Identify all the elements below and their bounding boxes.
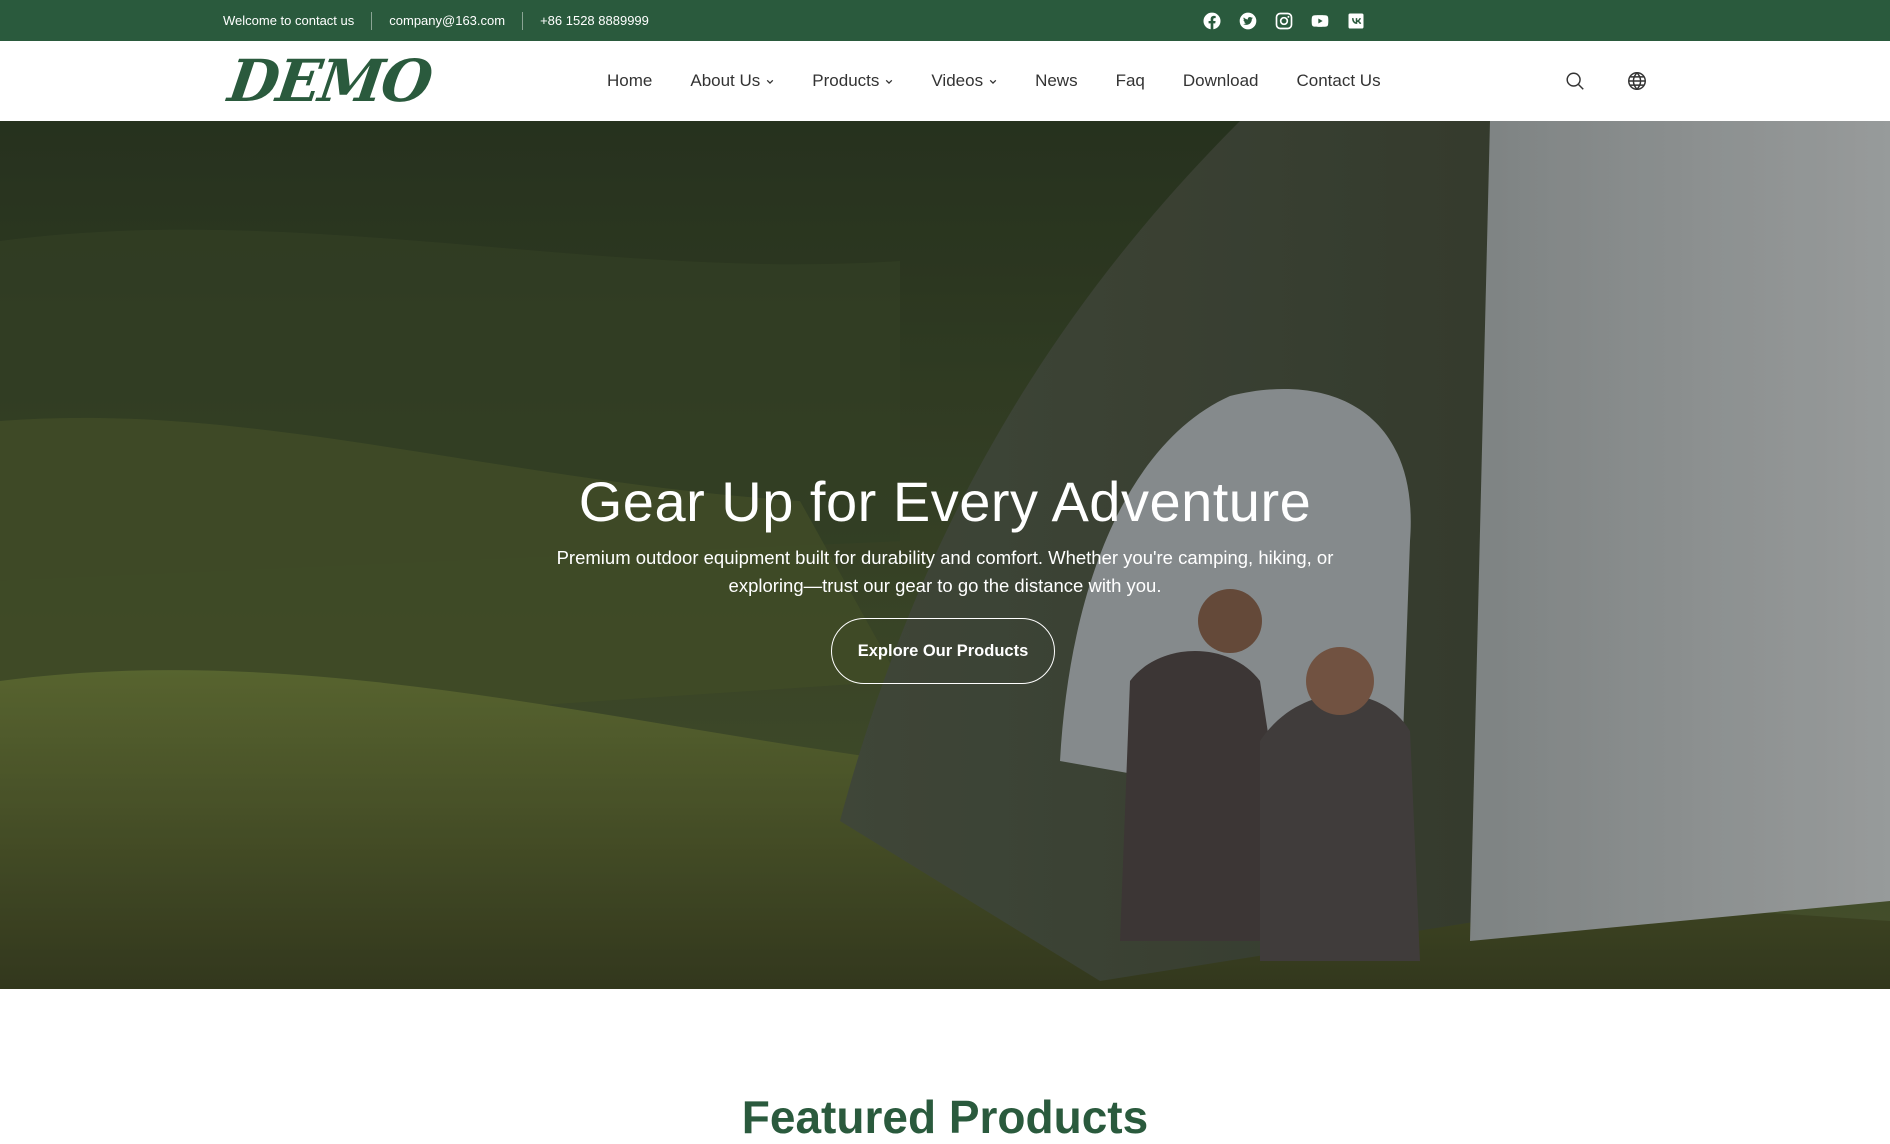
header-tools <box>1563 41 1649 121</box>
nav-item-label: Home <box>607 71 653 90</box>
featured-products-heading: Featured Products <box>741 1091 1149 1144</box>
youtube-icon[interactable] <box>1309 10 1331 32</box>
explore-products-button[interactable]: Explore Our Products <box>831 618 1055 684</box>
nav-item-label: Products <box>812 71 880 90</box>
nav-item-contact-us[interactable]: Contact Us <box>1297 71 1381 91</box>
nav-item-about-us[interactable]: About Us <box>690 71 774 91</box>
globe-icon[interactable] <box>1625 69 1649 93</box>
search-icon[interactable] <box>1563 69 1587 93</box>
nav-item-label: News <box>1035 71 1078 90</box>
email-link[interactable]: company@163.com <box>389 13 505 28</box>
hero-banner: Gear Up for Every Adventure Premium outd… <box>0 121 1890 989</box>
chevron-down-icon <box>885 77 893 85</box>
nav-item-faq[interactable]: Faq <box>1116 71 1145 91</box>
hero-subtitle: Premium outdoor equipment built for dura… <box>556 546 1334 596</box>
twitter-icon[interactable] <box>1237 10 1259 32</box>
nav-item-news[interactable]: News <box>1035 71 1078 91</box>
nav-item-videos[interactable]: Videos <box>931 71 997 91</box>
chevron-down-icon <box>989 77 997 85</box>
divider <box>522 11 524 30</box>
phone-link[interactable]: +86 1528 8889999 <box>540 13 649 28</box>
welcome-text: Welcome to contact us <box>223 13 355 28</box>
nav-item-home[interactable]: Home <box>607 71 652 91</box>
nav-item-label: Faq <box>1115 71 1145 90</box>
vk-icon[interactable] <box>1345 10 1367 32</box>
nav-item-products[interactable]: Products <box>812 71 893 91</box>
top-bar: Welcome to contact us company@163.com +8… <box>0 0 1890 41</box>
nav-item-label: About Us <box>690 71 761 90</box>
main-header: DEMO Home About Us Products Videos News … <box>0 41 1890 121</box>
nav-item-label: Contact Us <box>1296 71 1381 90</box>
divider <box>371 11 373 30</box>
nav-item-download[interactable]: Download <box>1183 71 1259 91</box>
instagram-icon[interactable] <box>1273 10 1295 32</box>
facebook-icon[interactable] <box>1201 10 1223 32</box>
hero-title: Gear Up for Every Adventure <box>578 469 1312 533</box>
chevron-down-icon <box>766 77 774 85</box>
nav-item-label: Videos <box>931 71 984 90</box>
social-links <box>1201 0 1367 41</box>
nav-item-label: Download <box>1182 71 1259 90</box>
contact-info: Welcome to contact us company@163.com +8… <box>223 0 649 41</box>
main-navigation: Home About Us Products Videos News Faq D… <box>607 41 1419 121</box>
site-logo[interactable]: DEMO <box>224 45 435 117</box>
